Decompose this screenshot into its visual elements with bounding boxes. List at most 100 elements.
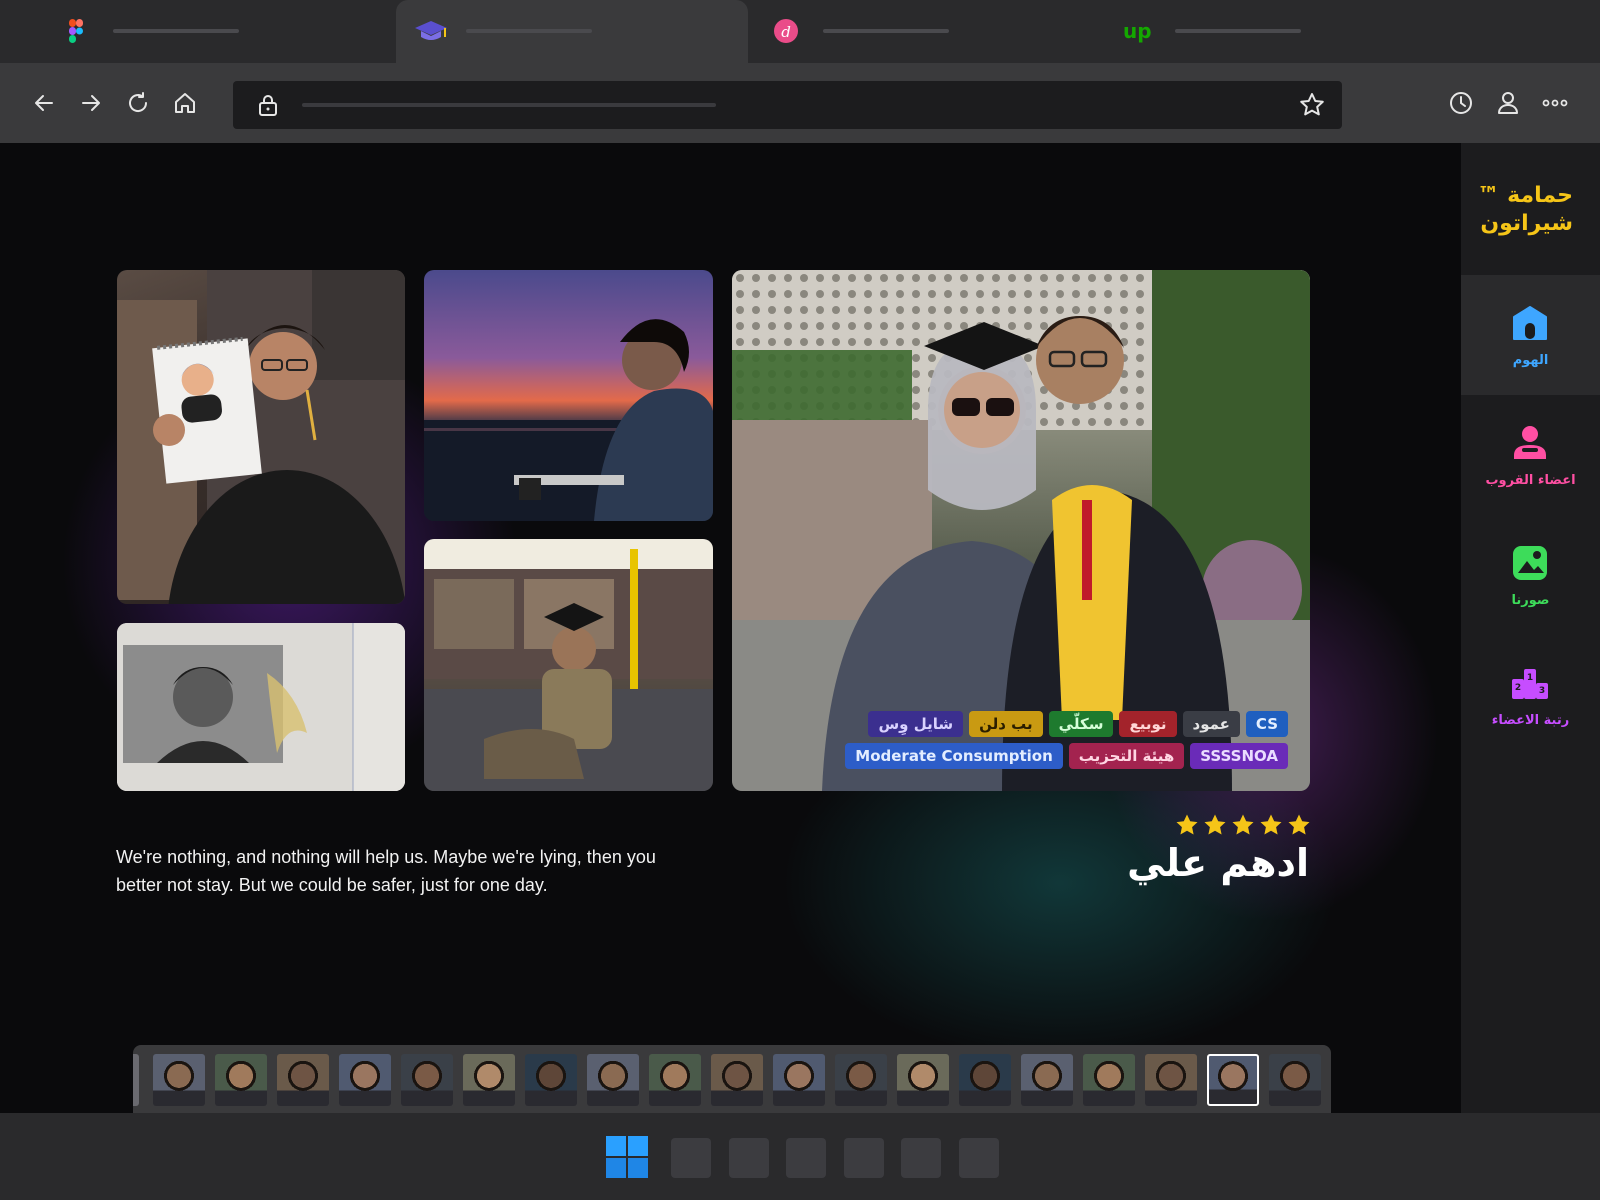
member-tags: شايل وِس بب دلن سكلّي نوبيع عمود CS Moderate … — [845, 711, 1288, 769]
history-button[interactable] — [1447, 89, 1475, 117]
svg-text:up: up — [1123, 19, 1152, 43]
tab-graduation[interactable] — [396, 0, 748, 63]
photo-sunset-image — [424, 319, 713, 521]
upwork-icon: up — [1123, 19, 1152, 43]
member-tag[interactable]: هيئة التحزيب — [1068, 743, 1185, 769]
tag-row: شايل وِس بب دلن سكلّي نوبيع عمود CS — [868, 711, 1288, 737]
member-thumbnail[interactable] — [133, 1054, 139, 1106]
tab-title-placeholder — [823, 29, 949, 33]
taskbar-app[interactable] — [671, 1138, 711, 1178]
member-tag[interactable]: سكلّي — [1048, 711, 1114, 737]
sidebar-item-label: رتبة الاعضاء — [1491, 713, 1570, 728]
tab-upwork[interactable]: up — [1100, 0, 1452, 63]
photo-id-card[interactable] — [117, 623, 405, 791]
member-tag[interactable]: Moderate Consumption — [845, 743, 1063, 769]
history-icon — [1450, 92, 1472, 114]
main-content: شايل وِس بب دلن سكلّي نوبيع عمود CS Moderate … — [0, 143, 1461, 1113]
star-icon — [1176, 814, 1198, 835]
member-thumbnail[interactable] — [277, 1054, 329, 1106]
taskbar-app[interactable] — [959, 1138, 999, 1178]
member-tag[interactable]: CS — [1245, 711, 1288, 737]
member-thumbnail[interactable] — [587, 1054, 639, 1106]
member-thumbnail[interactable] — [401, 1054, 453, 1106]
member-tag[interactable]: نوبيع — [1119, 711, 1177, 737]
brand-line2: شيراتون — [1480, 211, 1573, 236]
sidebar-item-members[interactable]: اعضاء القروب — [1461, 395, 1600, 515]
podium-icon: 1 2 3 — [1512, 669, 1548, 699]
photo-graduation[interactable]: شايل وِس بب دلن سكلّي نوبيع عمود CS Moderate … — [732, 270, 1310, 791]
dribbble-icon: d — [774, 19, 798, 43]
member-thumbnail[interactable] — [1207, 1054, 1259, 1106]
photo-sketch-image — [117, 270, 405, 604]
back-button[interactable] — [30, 89, 58, 117]
member-thumbnail-strip — [133, 1045, 1331, 1113]
forward-button[interactable] — [77, 89, 105, 117]
photo-bus-image — [424, 539, 713, 791]
bookmark-star-icon[interactable] — [1298, 91, 1326, 119]
sidebar-item-photos[interactable]: صورنا — [1461, 515, 1600, 635]
member-thumbnail[interactable] — [525, 1054, 577, 1106]
taskbar-app[interactable] — [786, 1138, 826, 1178]
lock-icon — [259, 95, 277, 116]
member-thumbnail[interactable] — [153, 1054, 205, 1106]
sidebar: حمامة ™ شيراتون الهوم اعضاء القروب صورنا — [1461, 143, 1600, 1113]
member-tag[interactable]: SSSSNOA — [1190, 743, 1288, 769]
profile-button[interactable] — [1494, 89, 1522, 117]
back-icon — [35, 95, 53, 111]
tag-row: Moderate Consumption هيئة التحزيب SSSSNOA — [845, 743, 1288, 769]
more-button[interactable] — [1541, 89, 1569, 117]
member-tag[interactable]: بب دلن — [969, 711, 1043, 737]
forward-icon — [82, 95, 100, 111]
member-thumbnail[interactable] — [897, 1054, 949, 1106]
taskbar-app[interactable] — [844, 1138, 884, 1178]
photo-sketch[interactable] — [117, 270, 405, 604]
home-icon — [1513, 306, 1547, 340]
home-button[interactable] — [171, 89, 199, 117]
member-thumbnail[interactable] — [711, 1054, 763, 1106]
sidebar-item-label: الهوم — [1512, 353, 1549, 368]
member-thumbnail[interactable] — [1083, 1054, 1135, 1106]
sidebar-item-label: اعضاء القروب — [1485, 473, 1576, 488]
taskbar-app[interactable] — [729, 1138, 769, 1178]
reload-button[interactable] — [124, 89, 152, 117]
os-taskbar — [0, 1113, 1600, 1200]
star-icon — [1288, 814, 1310, 835]
member-tag[interactable]: عمود — [1182, 711, 1240, 737]
member-thumbnail[interactable] — [215, 1054, 267, 1106]
person-icon — [1514, 426, 1546, 459]
rating-stars — [1175, 813, 1311, 837]
image-icon — [1513, 546, 1547, 580]
tab-dribbble[interactable]: d — [748, 0, 1100, 63]
tab-title-placeholder — [466, 29, 592, 33]
member-thumbnail[interactable] — [339, 1054, 391, 1106]
member-thumbnail[interactable] — [835, 1054, 887, 1106]
tab-title-placeholder — [113, 29, 239, 33]
browser-toolbar — [0, 63, 1600, 143]
member-thumbnail[interactable] — [1145, 1054, 1197, 1106]
sidebar-item-home[interactable]: الهوم — [1461, 275, 1600, 395]
member-thumbnail[interactable] — [959, 1054, 1011, 1106]
svg-text:3: 3 — [1539, 686, 1545, 696]
star-icon — [1204, 814, 1226, 835]
member-thumbnail[interactable] — [1021, 1054, 1073, 1106]
tab-figma[interactable] — [0, 0, 396, 63]
sidebar-item-label: صورنا — [1511, 593, 1550, 608]
member-tag[interactable]: شايل وِس — [868, 711, 964, 737]
photo-sunset[interactable] — [424, 270, 713, 521]
member-thumbnail[interactable] — [1269, 1054, 1321, 1106]
member-quote: We're nothing, and nothing will help us.… — [116, 847, 656, 895]
photo-bus[interactable] — [424, 539, 713, 791]
star-icon — [1260, 814, 1282, 835]
browser-tab-strip: d up — [0, 0, 1600, 63]
member-thumbnail[interactable] — [773, 1054, 825, 1106]
member-thumbnail[interactable] — [463, 1054, 515, 1106]
svg-text:2: 2 — [1515, 683, 1521, 693]
sidebar-item-ranking[interactable]: 1 2 3 رتبة الاعضاء — [1461, 635, 1600, 755]
taskbar-app[interactable] — [901, 1138, 941, 1178]
address-bar[interactable] — [233, 81, 1342, 129]
windows-icon[interactable] — [606, 1136, 648, 1178]
profile-icon — [1498, 92, 1518, 114]
svg-text:1: 1 — [1527, 673, 1533, 683]
member-thumbnail[interactable] — [649, 1054, 701, 1106]
brand-logo[interactable]: حمامة ™ شيراتون — [1461, 143, 1600, 275]
